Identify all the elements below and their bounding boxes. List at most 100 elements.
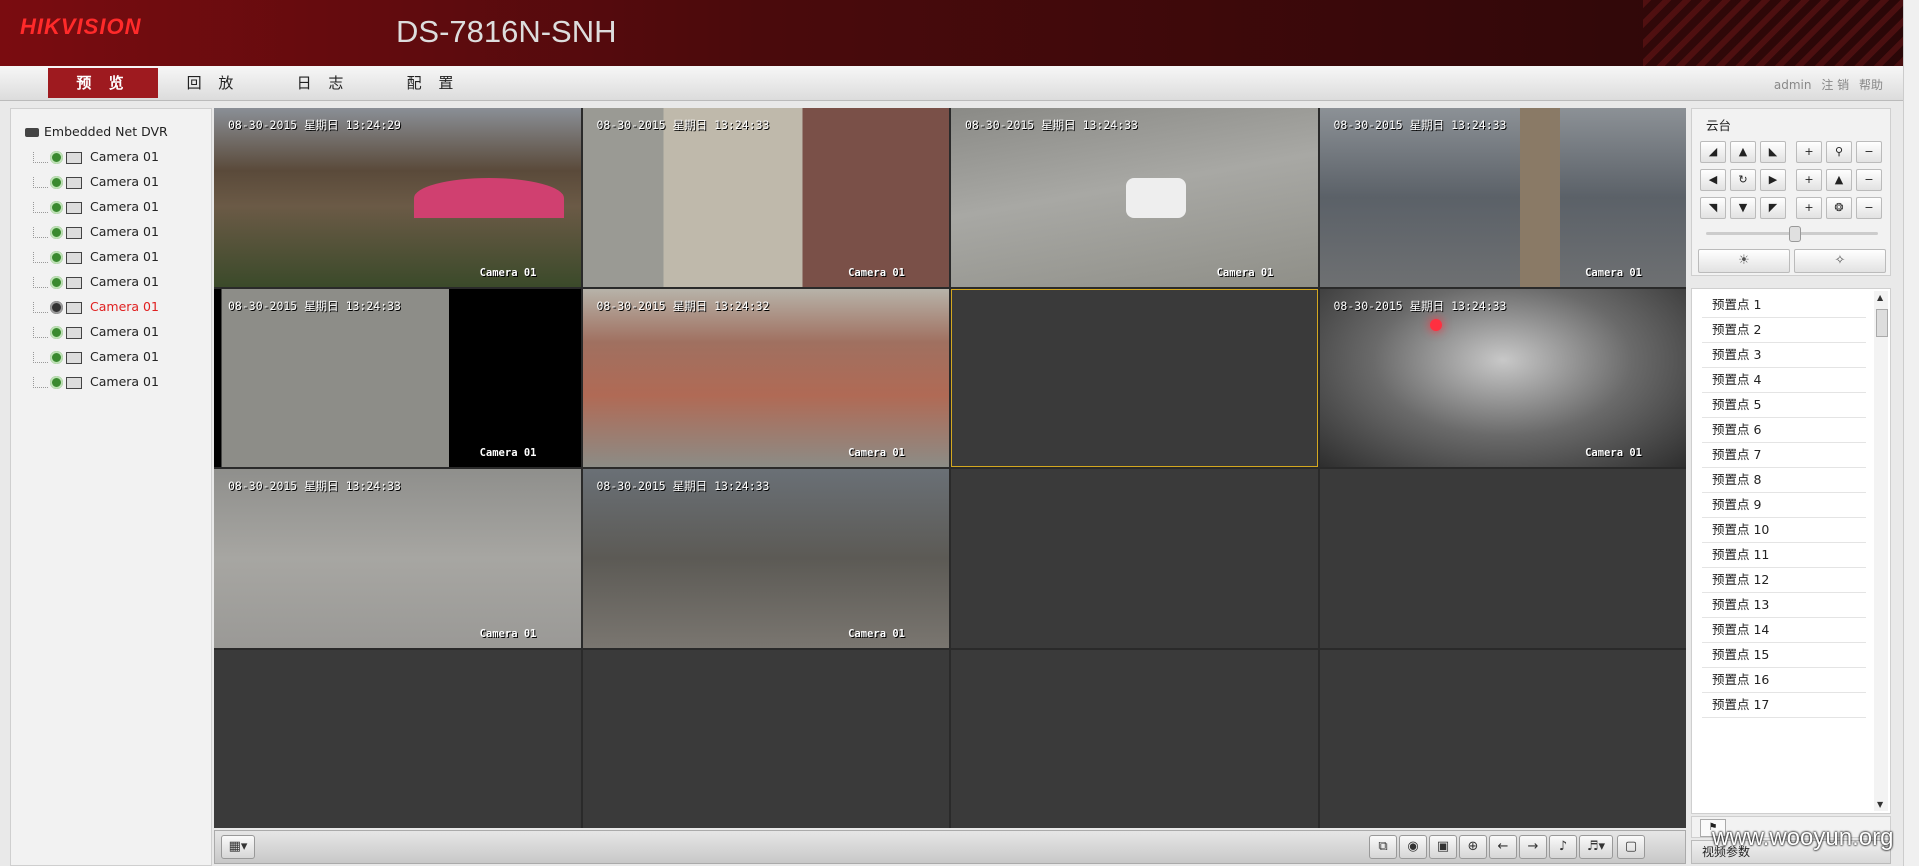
tile-camera-label: Camera 01 [479, 447, 537, 459]
tree-camera-item[interactable]: Camera 01 [33, 373, 159, 391]
tree-connector [33, 227, 48, 238]
tree-camera-item[interactable]: Camera 01 [33, 248, 159, 266]
preset-item[interactable]: 预置点 6 [1702, 418, 1866, 443]
volume-mute-icon[interactable]: ♬▾ [1579, 835, 1613, 859]
tree-camera-item[interactable]: Camera 01 [33, 148, 159, 166]
video-tile-empty[interactable] [214, 649, 581, 828]
preset-item[interactable]: 预置点 10 [1702, 518, 1866, 543]
capture-snapshot-icon[interactable]: ◉ [1399, 835, 1427, 859]
video-tile[interactable]: 08-30-2015 星期日 13:24:33 Camera 01 [582, 108, 949, 287]
tree-root-dvr[interactable]: Embedded Net DVR [25, 123, 168, 141]
previous-page-icon[interactable]: ← [1489, 835, 1517, 859]
video-tile[interactable]: 08-30-2015 星期日 13:24:33 Camera 01 [582, 469, 949, 648]
video-tile[interactable]: 08-30-2015 星期日 13:24:33 Camera 01 [1319, 288, 1686, 467]
help-link[interactable]: 帮助 [1859, 78, 1883, 92]
scroll-down-icon[interactable]: ▼ [1877, 800, 1883, 809]
zoom-minus-icon[interactable]: − [1856, 141, 1882, 163]
preset-item[interactable]: 预置点 4 [1702, 368, 1866, 393]
ptz-left-icon[interactable]: ◀ [1700, 169, 1726, 191]
fullscreen-icon[interactable]: ▢ [1617, 835, 1645, 859]
preset-item[interactable]: 预置点 7 [1702, 443, 1866, 468]
camera-icon [66, 251, 82, 264]
ptz-auto-icon[interactable]: ↻ [1730, 169, 1756, 191]
focus-minus-icon[interactable]: − [1856, 169, 1882, 191]
video-tile[interactable]: 08-30-2015 星期日 13:24:33 Camera 01 [214, 469, 581, 648]
preset-item[interactable]: 预置点 17 [1702, 693, 1866, 718]
preset-item[interactable]: 预置点 2 [1702, 318, 1866, 343]
video-tile-selected-empty[interactable] [951, 288, 1318, 467]
tree-root-label: Embedded Net DVR [44, 124, 168, 139]
preset-item[interactable]: 预置点 3 [1702, 343, 1866, 368]
ptz-up-icon[interactable]: ▲ [1730, 141, 1756, 163]
stop-all-preview-icon[interactable]: ⧉ [1369, 835, 1397, 859]
preset-item[interactable]: 预置点 13 [1702, 593, 1866, 618]
preset-item[interactable]: 预置点 9 [1702, 493, 1866, 518]
tree-camera-item[interactable]: Camera 01 [33, 223, 159, 241]
video-tile-empty[interactable] [951, 649, 1318, 828]
scroll-up-icon[interactable]: ▲ [1877, 293, 1883, 302]
ptz-down-icon[interactable]: ▼ [1730, 197, 1756, 219]
preset-item[interactable]: 预置点 12 [1702, 568, 1866, 593]
wiper-icon[interactable]: ✧ [1794, 249, 1886, 273]
video-tile-empty[interactable] [1319, 469, 1686, 648]
iris-plus-icon[interactable]: + [1796, 197, 1822, 219]
preset-scrollbar[interactable]: ▲ ▼ [1874, 291, 1888, 811]
iris-minus-icon[interactable]: − [1856, 197, 1882, 219]
video-tile[interactable]: 08-30-2015 星期日 13:24:33 Camera 01 [214, 288, 581, 467]
preset-item[interactable]: 预置点 15 [1702, 643, 1866, 668]
scroll-thumb[interactable] [1876, 309, 1888, 337]
preset-item[interactable]: 预置点 5 [1702, 393, 1866, 418]
focus-plus-icon[interactable]: + [1796, 169, 1822, 191]
ptz-down-left-icon[interactable]: ◥ [1700, 197, 1726, 219]
zoom-plus-icon[interactable]: + [1796, 141, 1822, 163]
tab-preview[interactable]: 预 览 [48, 68, 158, 98]
tile-camera-label: Camera 01 [1585, 447, 1642, 459]
page-scrollbar[interactable] [1903, 0, 1919, 866]
microphone-icon[interactable]: ♪ [1549, 835, 1577, 859]
ptz-speed-slider-thumb[interactable] [1789, 226, 1801, 242]
iris-icon: ❂ [1826, 197, 1852, 219]
tab-config[interactable]: 配 置 [378, 68, 488, 98]
tree-connector [33, 352, 48, 363]
ptz-down-right-icon[interactable]: ◤ [1760, 197, 1786, 219]
device-tree-panel: Embedded Net DVR Camera 01 Camera 01 Cam… [10, 108, 212, 866]
recording-status-icon [50, 151, 63, 164]
layout-grid-icon[interactable]: ▦▾ [221, 835, 255, 859]
video-tile-empty[interactable] [582, 649, 949, 828]
preset-item[interactable]: 预置点 16 [1702, 668, 1866, 693]
video-tile-empty[interactable] [951, 469, 1318, 648]
ptz-up-left-icon[interactable]: ◢ [1700, 141, 1726, 163]
ptz-right-icon[interactable]: ▶ [1760, 169, 1786, 191]
next-page-icon[interactable]: → [1519, 835, 1547, 859]
tree-camera-item-selected[interactable]: Camera 01 [33, 298, 159, 316]
light-icon[interactable]: ☀ [1698, 249, 1790, 273]
video-tile[interactable]: 08-30-2015 星期日 13:24:32 Camera 01 [582, 288, 949, 467]
video-tile-empty[interactable] [1319, 649, 1686, 828]
tile-timestamp: 08-30-2015 星期日 13:24:33 [596, 479, 770, 493]
logout-link[interactable]: 注 销 [1821, 78, 1849, 92]
record-icon[interactable]: ▣ [1429, 835, 1457, 859]
preset-item[interactable]: 预置点 8 [1702, 468, 1866, 493]
tree-camera-item[interactable]: Camera 01 [33, 323, 159, 341]
camera-icon [66, 226, 82, 239]
tile-camera-label: Camera 01 [848, 266, 905, 279]
tile-camera-label: Camera 01 [479, 627, 537, 640]
video-tile[interactable]: 08-30-2015 星期日 13:24:33 Camera 01 [951, 108, 1318, 287]
device-model-title: DS-7816N-SNH [396, 14, 617, 49]
tree-camera-item[interactable]: Camera 01 [33, 198, 159, 216]
preset-item[interactable]: 预置点 1 [1702, 293, 1866, 318]
tree-camera-item[interactable]: Camera 01 [33, 348, 159, 366]
tab-playback[interactable]: 回 放 [158, 68, 268, 98]
preset-item[interactable]: 预置点 11 [1702, 543, 1866, 568]
video-tile[interactable]: 08-30-2015 星期日 13:24:33 Camera 01 [1319, 108, 1686, 287]
ptz-up-right-icon[interactable]: ◣ [1760, 141, 1786, 163]
video-tile[interactable]: 08-30-2015 星期日 13:24:29 Camera 01 [214, 108, 581, 287]
tab-log[interactable]: 日 志 [268, 68, 378, 98]
tree-camera-item[interactable]: Camera 01 [33, 173, 159, 191]
preset-item[interactable]: 预置点 14 [1702, 618, 1866, 643]
tile-camera-label: Camera 01 [848, 447, 905, 459]
video-grid: 08-30-2015 星期日 13:24:29 Camera 01 08-30-2… [214, 108, 1686, 828]
tree-camera-item[interactable]: Camera 01 [33, 273, 159, 291]
username-link[interactable]: admin [1774, 78, 1812, 92]
zoom-in-icon[interactable]: ⊕ [1459, 835, 1487, 859]
